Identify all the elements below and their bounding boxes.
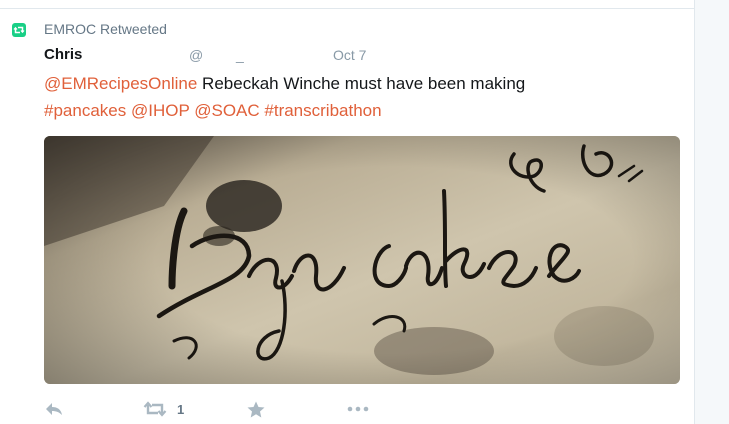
favorite-button[interactable] [247, 398, 265, 420]
tweet-text: @EMRecipesOnline Rebeckah Winche must ha… [44, 70, 684, 124]
retweeted-by-label[interactable]: EMROC Retweeted [44, 20, 167, 38]
hashtag-link[interactable]: #pancakes [44, 101, 126, 120]
retweet-count: 1 [177, 401, 185, 417]
more-icon [346, 405, 370, 413]
reply-button[interactable] [44, 398, 64, 420]
more-button[interactable] [346, 398, 370, 420]
star-icon [247, 401, 265, 418]
tweet-media-photo[interactable] [44, 136, 680, 384]
retweet-icon [12, 23, 26, 37]
reply-icon [44, 401, 64, 417]
tweet-card[interactable]: EMROC Retweeted Chris @ _ Oct 7 @EMRecip… [0, 0, 695, 424]
divider [0, 8, 695, 9]
author-fullname[interactable]: Chris [44, 46, 82, 64]
retweet-icon [143, 401, 167, 417]
author-username[interactable]: @ [189, 46, 203, 64]
tweet-actions: 1 [44, 398, 444, 420]
mention-link[interactable]: @SOAC [194, 101, 259, 120]
author-username-tail[interactable]: _ [236, 46, 244, 64]
tweet-header: Chris @ _ Oct 7 [44, 46, 644, 64]
mention-link[interactable]: @IHOP [131, 101, 190, 120]
retweet-button[interactable]: 1 [143, 398, 184, 420]
mention-link[interactable]: @EMRecipesOnline [44, 74, 197, 93]
tweet-timestamp[interactable]: Oct 7 [333, 46, 366, 64]
tweet-body-text: Rebeckah Winche must have been making [197, 74, 526, 93]
hashtag-link[interactable]: #transcribathon [264, 101, 381, 120]
